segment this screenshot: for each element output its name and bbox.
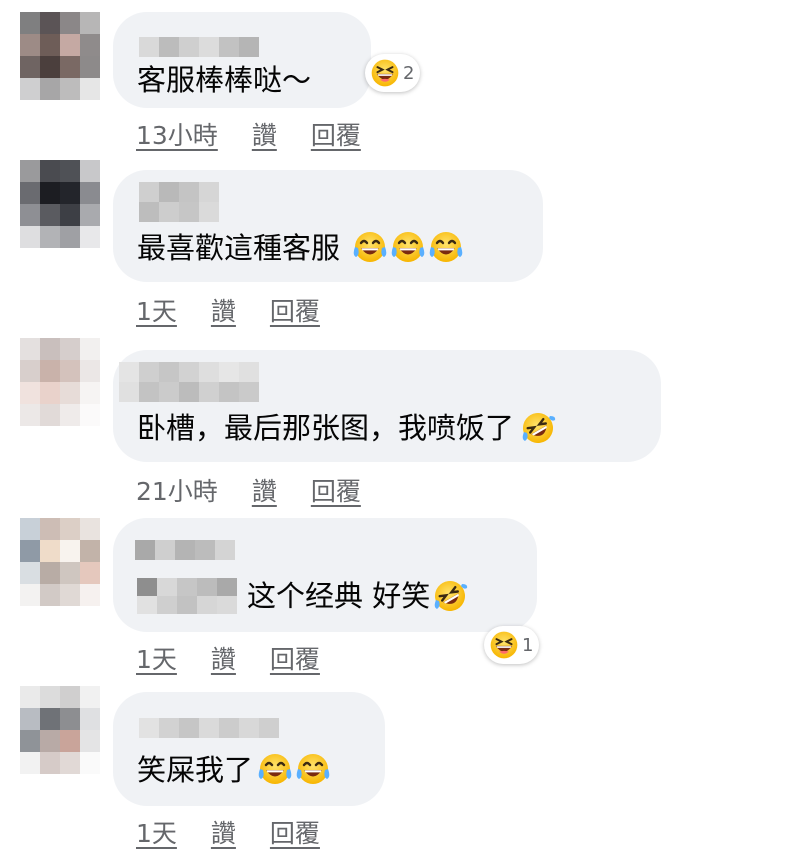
comment-text-content: 最喜歡這種客服	[137, 231, 341, 265]
avatar[interactable]	[20, 12, 100, 100]
rolling-on-floor-laughing-emoji-icon	[520, 410, 556, 446]
laughing-squint-emoji-icon	[370, 58, 400, 88]
blurred-mention	[137, 578, 237, 614]
blurred-username[interactable]	[135, 540, 235, 560]
reply-button[interactable]: 回覆	[311, 116, 361, 152]
tears-of-joy-emoji-icon	[257, 752, 293, 788]
comment-actions: 21小時 讚 回覆	[136, 472, 361, 508]
blurred-username[interactable]	[139, 37, 259, 57]
avatar[interactable]	[20, 686, 100, 774]
reply-button[interactable]: 回覆	[270, 640, 320, 676]
timestamp-link: 21小時	[136, 477, 218, 506]
comment-bubble: 这个经典 好笑	[113, 518, 537, 632]
comment-text: 最喜歡這種客服	[137, 230, 464, 266]
blurred-username[interactable]	[139, 182, 219, 222]
tears-of-joy-emoji-icon	[390, 230, 426, 266]
avatar[interactable]	[20, 518, 100, 606]
timestamp-link[interactable]: 1天	[136, 814, 177, 850]
comment-bubble: 最喜歡這種客服	[113, 170, 543, 282]
like-button[interactable]: 讚	[211, 292, 236, 328]
timestamp-link[interactable]: 1天	[136, 292, 177, 328]
comment-actions: 1天 讚 回覆	[136, 292, 320, 328]
comment-text-content: 笑屎我了	[137, 753, 254, 787]
comment-actions: 1天 讚 回覆	[136, 814, 320, 850]
comment-text-content: 这个经典 好笑	[247, 579, 431, 613]
laughing-squint-emoji-icon	[489, 630, 519, 660]
tears-of-joy-emoji-icon	[295, 752, 331, 788]
reply-button[interactable]: 回覆	[270, 292, 320, 328]
comment-text: 这个经典 好笑	[137, 578, 468, 614]
like-button[interactable]: 讚	[252, 116, 277, 152]
tears-of-joy-emoji-icon	[352, 230, 388, 266]
comment-actions: 13小時 讚 回覆	[136, 116, 361, 152]
blurred-username[interactable]	[119, 362, 259, 402]
reaction-summary[interactable]: 1	[484, 626, 540, 664]
reaction-count: 1	[522, 634, 534, 656]
comment-text-content: 客服棒棒哒～	[137, 63, 312, 97]
avatar[interactable]	[20, 160, 100, 248]
rolling-on-floor-laughing-emoji-icon	[432, 578, 468, 614]
like-button[interactable]: 讚	[211, 814, 236, 850]
comment-text: 卧槽，最后那张图，我喷饭了	[137, 410, 556, 446]
comment-text: 客服棒棒哒～	[137, 62, 311, 98]
comment-actions: 1天 讚 回覆	[136, 640, 320, 676]
comment-text: 笑屎我了	[137, 752, 331, 788]
like-button[interactable]: 讚	[252, 472, 277, 508]
reaction-summary[interactable]: 2	[365, 54, 421, 92]
comment-text-content: 卧槽，最后那张图，我喷饭了	[137, 411, 515, 445]
timestamp-link[interactable]: 1天	[136, 640, 177, 676]
timestamp-link[interactable]: 13小時	[136, 116, 218, 152]
reaction-count: 2	[403, 62, 415, 84]
reply-button[interactable]: 回覆	[311, 472, 361, 508]
tears-of-joy-emoji-icon	[428, 230, 464, 266]
comment-bubble: 客服棒棒哒～	[113, 12, 371, 108]
avatar[interactable]	[20, 338, 100, 426]
reply-button[interactable]: 回覆	[270, 814, 320, 850]
like-button[interactable]: 讚	[211, 640, 236, 676]
comment-bubble: 笑屎我了	[113, 692, 385, 806]
comment-bubble: 卧槽，最后那张图，我喷饭了	[113, 350, 661, 462]
blurred-username[interactable]	[139, 718, 279, 738]
